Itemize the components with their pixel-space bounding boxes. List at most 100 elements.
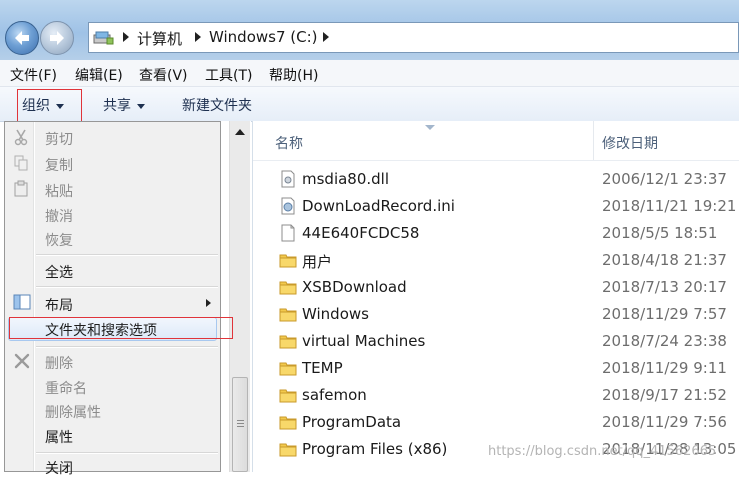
folder-icon [279,305,297,327]
scissors-icon [14,129,28,146]
organize-menu: 剪切 复制 粘贴 撤消 恢复 全选 布局 文件夹和搜索选项 删除 重命名 删除属… [4,121,221,477]
scrollbar-thumb[interactable] [232,377,248,472]
menu-item-layout[interactable]: 布局 [45,295,73,315]
folder-icon [279,413,297,435]
file-name: ProgramData [302,413,402,431]
file-name: Windows [302,305,369,323]
file-list: 名称 修改日期 msdia80.dll 2006/12/1 23:37 DownLo… [252,121,739,472]
file-row[interactable]: ProgramData 2018/11/29 7:56 [253,409,739,436]
file-date: 2018/4/18 21:37 [602,251,727,269]
menu-view[interactable]: 查看(V) [139,65,188,85]
file-date: 2018/11/29 9:11 [602,359,727,377]
menu-item-remove-properties[interactable]: 删除属性 [45,402,101,422]
file-icon [279,224,297,246]
breadcrumb-separator-icon[interactable] [123,32,129,42]
file-name: DownLoadRecord.ini [302,197,455,215]
menu-edit[interactable]: 编辑(E) [75,65,123,85]
column-name-header[interactable]: 名称 [275,133,303,153]
folder-icon [279,278,297,300]
back-arrow-icon [15,31,29,45]
file-date: 2018/5/5 18:51 [602,224,718,242]
file-row[interactable]: 44E640FCDC58 2018/5/5 18:51 [253,220,739,247]
folder-icon [279,440,297,462]
forward-arrow-icon [50,31,64,45]
breadcrumb-computer[interactable]: 计算机 [137,28,182,49]
menu-item-delete[interactable]: 删除 [45,353,73,373]
folder-icon [279,332,297,354]
menu-item-undo[interactable]: 撤消 [45,206,73,226]
menu-item-redo[interactable]: 恢复 [45,230,73,250]
file-date: 2006/12/1 23:37 [602,170,727,188]
forward-button[interactable] [40,21,74,55]
nav-pane-scrollbar[interactable] [229,121,250,472]
dll-file-icon [279,170,297,192]
watermark: https://blog.csdn.net/qq_41562665 [488,444,717,459]
file-row[interactable]: virtual Machines 2018/7/24 23:38 [253,328,739,355]
title-bar: 计算机 Windows7 (C:) [0,0,739,60]
breadcrumb-separator-icon[interactable] [323,32,329,42]
menu-item-cut[interactable]: 剪切 [45,129,73,149]
menu-gutter [34,122,35,471]
menu-item-close[interactable]: 关闭 [45,458,73,478]
back-button[interactable] [5,21,39,55]
file-name: 用户 [302,253,333,271]
file-date: 2018/11/29 7:57 [602,305,727,323]
copy-icon [14,155,28,171]
file-row[interactable]: DownLoadRecord.ini 2018/11/21 19:21 [253,193,739,220]
menu-help[interactable]: 帮助(H) [269,65,318,85]
menu-item-rename[interactable]: 重命名 [45,378,87,398]
column-header: 名称 修改日期 [253,121,739,161]
menu-separator [36,452,218,454]
scroll-up-icon[interactable] [235,129,245,135]
file-row[interactable]: 用户 2018/4/18 21:37 [253,247,739,274]
grip-line [237,420,244,421]
folder-icon [279,359,297,381]
computer-icon [93,31,114,45]
file-name: Program Files (x86) [302,440,448,458]
delete-x-icon [14,353,30,369]
file-row[interactable]: Windows 2018/11/29 7:57 [253,301,739,328]
paste-icon [14,180,28,197]
organize-highlight-box [17,89,82,122]
menu-item-properties[interactable]: 属性 [45,427,73,447]
menu-item-paste[interactable]: 粘贴 [45,181,73,201]
file-row[interactable]: safemon 2018/9/17 21:52 [253,382,739,409]
file-date: 2018/7/13 20:17 [602,278,727,296]
menu-item-select-all[interactable]: 全选 [45,262,73,282]
breadcrumb-separator-icon[interactable] [195,32,201,42]
folder-icon [279,251,297,273]
menu-bar: 文件(F) 编辑(E) 查看(V) 工具(T) 帮助(H) [0,60,739,87]
share-button[interactable]: 共享 [103,95,145,115]
file-name: virtual Machines [302,332,426,350]
folder-icon [279,386,297,408]
sort-indicator-icon [425,125,435,130]
file-date: 2018/11/21 19:21 [602,197,737,215]
file-name: safemon [302,386,367,404]
new-folder-button[interactable]: 新建文件夹 [182,95,252,115]
file-date: 2018/9/17 21:52 [602,386,727,404]
settings-file-icon [279,197,297,219]
command-toolbar: 组织 共享 新建文件夹 [0,87,739,122]
column-date-header[interactable]: 修改日期 [602,133,658,153]
folder-options-highlight-box [9,317,233,339]
file-row[interactable]: msdia80.dll 2006/12/1 23:37 [253,166,739,193]
file-name: msdia80.dll [302,170,390,188]
grip-line [237,426,244,427]
file-name: XSBDownload [302,278,407,296]
column-divider[interactable] [593,121,594,160]
address-bar[interactable]: 计算机 Windows7 (C:) [88,22,739,53]
file-name: 44E640FCDC58 [302,224,420,242]
file-row[interactable]: TEMP 2018/11/29 9:11 [253,355,739,382]
breadcrumb-drive-c[interactable]: Windows7 (C:) [209,28,318,46]
menu-separator [36,346,218,348]
layout-icon [13,294,31,310]
file-date: 2018/7/24 23:38 [602,332,727,350]
file-date: 2018/11/29 7:56 [602,413,727,431]
menu-separator [36,254,218,256]
menu-file[interactable]: 文件(F) [10,65,57,85]
menu-tools[interactable]: 工具(T) [205,65,252,85]
chevron-down-icon [137,103,145,109]
menu-item-copy[interactable]: 复制 [45,155,73,175]
file-row[interactable]: XSBDownload 2018/7/13 20:17 [253,274,739,301]
file-name: TEMP [302,359,343,377]
